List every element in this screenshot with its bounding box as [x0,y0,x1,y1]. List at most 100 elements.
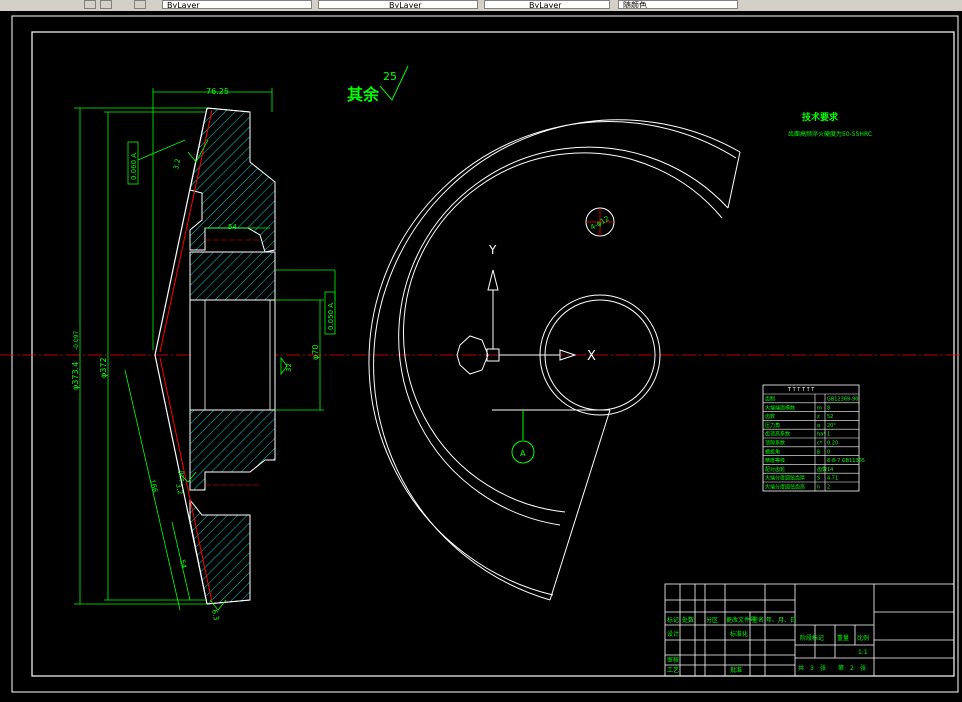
runout-frame-1-text: 0.060 A [130,153,138,180]
gear-table-row: 大端端面模数 m 8 [763,402,859,411]
gear-table-label: 大端分度圆弦齿高 [765,484,805,491]
tb-design: 设计 [667,630,679,638]
gear-table-row: 螺旋角 β 0 [763,446,859,455]
tb-sheets-unit: 张 [820,664,826,672]
roughness-value: 25 [383,70,397,83]
layer-tool-icon[interactable] [134,0,146,9]
tb-review: 审核 [667,656,679,664]
roughness-note: 其余 25 [347,65,409,104]
tb-count: 处数 [682,616,694,624]
runout-frame-2-text: 0.050 A [327,303,335,330]
gear-table-label: 齿数 [765,413,775,420]
gear-table-label: 螺旋角 [765,448,780,455]
gear-table-row: 顶隙系数 c* 0.20 [763,437,859,447]
gear-table-symbol: α [817,423,821,429]
gear-table-value: 0.20 [827,441,838,447]
gear-table-label: 大端分度圆弦齿厚 [765,475,805,482]
gear-table-row: 大端分度圆弦齿高 h 2 [763,481,859,491]
gear-table-symbol: 齿数 [817,466,827,473]
gear-outer-arc [373,119,741,601]
gear-table-value: 14 [827,467,833,473]
gear-table-row: 齿顶高系数 ha* 1 [763,428,859,438]
tb-sheet-no-unit: 张 [860,664,866,672]
gear-table-symbol: m [817,405,822,411]
roughness-angle-2: 3.2 [174,483,184,496]
tb-standard: 标准化 [730,630,748,638]
gear-table-label: 大端端面模数 [765,404,795,411]
gear-table-label: 顶隙系数 [765,440,785,447]
dim-cone-length: 166 [148,479,159,494]
dim-hub-width: 54 [228,223,237,231]
lineweight-control-dropdown[interactable]: ByLayer [484,0,610,9]
dim-cone-diameter: φ372 [99,357,108,378]
sheet-border-inner [31,31,955,677]
dim-outer-diameter: φ373.4 [71,362,80,390]
gear-table-row: 配对齿轮 齿数 14 [763,464,859,473]
gear-table-label: 齿顶高系数 [765,431,790,438]
gear-table-row: 大端分度圆弦齿厚 S 4.71 [763,472,859,482]
tech-req-line1: 齿面高频淬火硬度为50-55HRC [788,130,872,138]
gear-table-value: 8-8-7 GB11365 [827,458,865,464]
gear-table-label: 齿制 [765,396,775,403]
roughness-angle-1: 3.2 [172,158,182,171]
gear-table-value: 0 [827,449,830,455]
gear-parameter-table: T T T T T T 齿制 GB12369-90大端端面模数 m 8齿数 z 52压力角… [762,384,865,492]
gear-table-value: 2 [827,485,830,491]
gear-table-symbol: S [817,476,820,482]
gear-table-value: 8 [827,405,830,411]
layer-previous-icon[interactable] [100,0,112,9]
section-hatch-hub-upper [189,251,276,301]
tech-req-title: 技术要求 [802,111,839,123]
roughness-angle-3: 6.3 [210,609,220,622]
tb-scale: 比例 [857,634,869,642]
cad-drawing: 76.25 54 φ373.4 -0.097 φ372 φ70 3 2 166 5… [0,15,962,693]
layer-state-icon[interactable] [84,0,96,9]
gear-table-value: GB12369-90 [827,397,858,403]
tb-approve: 批准 [730,666,742,674]
color-control-dropdown[interactable]: ByLayer [162,0,312,9]
gear-table-label: 压力角 [765,422,780,429]
dim-outer-tolerance: -0.097 [73,330,80,350]
tb-date: 年、月、日 [766,616,796,624]
tb-process: 工艺 [667,666,679,674]
datum-a-label: A [520,449,526,458]
gear-table-symbol: β [817,449,820,455]
gear-table-row: 压力角 α 20° [763,420,859,429]
gear-section-view [154,107,276,605]
linetype-control-dropdown[interactable]: ByLayer [318,0,478,9]
drawing-canvas[interactable]: 76.25 54 φ373.4 -0.097 φ372 φ70 3 2 166 5… [0,11,962,698]
gear-table-label: 精度等级 [765,457,785,464]
tb-mark: 标记 [667,616,679,624]
section-hatch-lower [189,498,251,605]
dim-bore-diameter: φ70 [311,345,320,360]
gear-table-header: T T T T T T [787,387,815,393]
gear-end-view [368,119,741,601]
tb-sheet-no: 2 [850,665,854,672]
tb-sheet-no-label: 第 [838,664,844,672]
tb-sheets-count: 3 [810,665,814,672]
tb-zone: 分区 [706,616,718,624]
tb-stage: 阶段标记 [800,634,824,642]
gear-table-value: 4.71 [827,476,838,482]
gear-table-value: 20° [827,423,836,429]
gear-table-symbol: c* [817,441,823,447]
gear-table-symbol: z [817,414,820,420]
gear-table-label: 配对齿轮 [765,466,785,473]
gear-table-row: 精度等级 8-8-7 GB11365 [763,455,865,464]
ucs-y-axis: Y [488,243,497,257]
tb-sheets-total-label: 共 [798,664,804,672]
gear-table-row: 齿制 GB12369-90 [763,393,859,403]
tb-signature: 签名 [752,616,764,624]
roughness-label: 其余 [347,85,380,104]
gear-table-value: 52 [827,414,833,420]
gear-table-value: 1 [827,432,830,438]
gear-table-row: 齿数 z 52 [763,411,859,420]
dim-top-width: 76.25 [206,87,229,96]
bore [189,299,276,411]
ucs-x-axis: X [587,349,596,364]
plot-style-dropdown[interactable]: 随颜色 [618,0,738,9]
gear-table-symbol: h [817,485,820,491]
tb-weight: 重量 [837,634,849,642]
title-block [664,583,955,677]
dim-cone-length-2: 54 [178,559,188,570]
